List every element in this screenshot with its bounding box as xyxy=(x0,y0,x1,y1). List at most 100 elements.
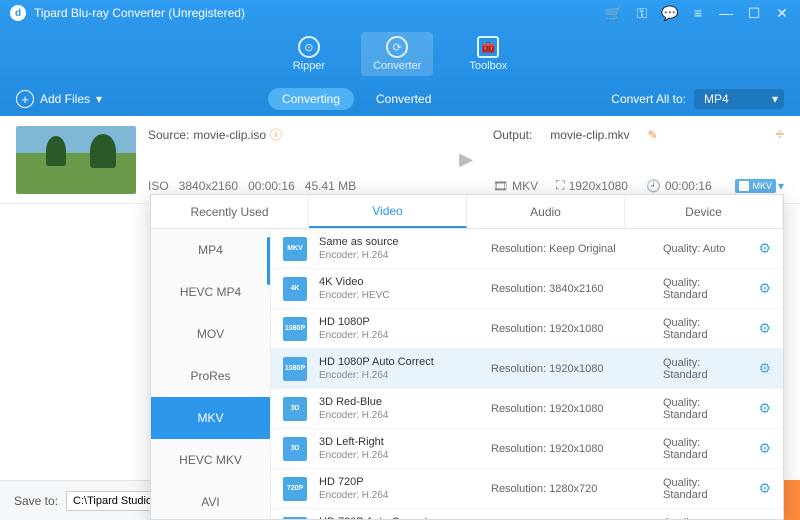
preset-icon: 720P xyxy=(283,517,307,520)
tab-audio[interactable]: Audio xyxy=(467,195,625,228)
key-icon[interactable]: ⚿ xyxy=(634,5,650,21)
preset-main: HD 1080PEncoder: H.264 xyxy=(319,315,479,342)
preset-resolution: Resolution: 1920x1080 xyxy=(491,403,651,415)
file-row[interactable]: Source: movie-clip.iso ⓘ ISO 3840x2160 0… xyxy=(0,116,800,204)
gear-icon[interactable]: ⚙ xyxy=(758,480,771,497)
source-dims: 3840x2160 xyxy=(179,179,238,193)
format-item-mp4[interactable]: MP4 xyxy=(151,229,270,271)
menu-icon[interactable]: ≡ xyxy=(690,5,706,21)
nav-ripper[interactable]: ⊙ Ripper xyxy=(281,32,337,76)
tab-device[interactable]: Device xyxy=(625,195,783,228)
preset-icon: 720P xyxy=(283,477,307,501)
output-value: movie-clip.mkv xyxy=(550,128,629,142)
app-logo-icon: d xyxy=(10,5,26,21)
format-item-mov[interactable]: MOV xyxy=(151,313,270,355)
preset-quality: Quality: Standard xyxy=(663,477,746,501)
split-icon[interactable]: ÷ xyxy=(775,126,784,144)
save-to-label: Save to: xyxy=(14,494,58,508)
preset-main: HD 1080P Auto CorrectEncoder: H.264 xyxy=(319,355,479,382)
minimize-icon[interactable]: — xyxy=(718,5,734,21)
format-item-hevcmkv[interactable]: HEVC MKV xyxy=(151,439,270,481)
tab-video[interactable]: Video xyxy=(309,195,467,228)
output-format: MKV xyxy=(512,179,538,193)
preset-quality: Quality: Auto xyxy=(663,243,746,255)
source-label: Source: xyxy=(148,128,189,142)
output-dur: 00:00:16 xyxy=(665,179,712,193)
preset-item[interactable]: 720P HD 720PEncoder: H.264 Resolution: 128… xyxy=(271,469,783,509)
preset-item[interactable]: MKVSame as sourceEncoder: H.264Resolutio… xyxy=(271,229,783,269)
navbar: ⊙ Ripper ⟳ Converter 🧰 Toolbox xyxy=(0,26,800,82)
edit-icon[interactable]: ✎ xyxy=(648,128,658,142)
clock-icon: 🕘 xyxy=(646,179,661,193)
format-item-hevcmp4[interactable]: HEVC MP4 xyxy=(151,271,270,313)
preset-icon: 4K xyxy=(283,277,307,301)
preset-main: HD 720PEncoder: H.264 xyxy=(319,475,479,502)
format-item-avi[interactable]: AVI xyxy=(151,481,270,519)
nav-converter-label: Converter xyxy=(373,60,421,72)
preset-list[interactable]: MKVSame as sourceEncoder: H.264Resolutio… xyxy=(271,229,783,519)
titlebar: d Tipard Blu-ray Converter (Unregistered… xyxy=(0,0,800,26)
preset-main: 3D Left-RightEncoder: H.264 xyxy=(319,435,479,462)
source-info: Source: movie-clip.iso ⓘ ISO 3840x2160 0… xyxy=(148,126,439,193)
format-list[interactable]: MP4HEVC MP4MOVProResMKVHEVC MKVAVI5K/8K … xyxy=(151,229,271,519)
content: Source: movie-clip.iso ⓘ ISO 3840x2160 0… xyxy=(0,116,800,520)
tab-converting[interactable]: Converting xyxy=(268,88,354,110)
gear-icon[interactable]: ⚙ xyxy=(758,440,771,457)
output-label: Output: xyxy=(493,128,532,142)
preset-resolution: Resolution: 1920x1080 xyxy=(491,323,651,335)
format-badge[interactable]: MKV xyxy=(735,179,776,193)
tab-recently-used[interactable]: Recently Used xyxy=(151,195,309,228)
gear-icon[interactable]: ⚙ xyxy=(758,400,771,417)
preset-resolution: Resolution: 3840x2160 xyxy=(491,283,651,295)
converter-icon: ⟳ xyxy=(386,36,408,58)
nav-toolbox-label: Toolbox xyxy=(469,60,507,72)
preset-item[interactable]: 720PHD 720P Auto CorrectEncoder: H.264Re… xyxy=(271,509,783,519)
convert-all-select[interactable]: MP4 xyxy=(694,89,784,109)
preset-icon: 1080P xyxy=(283,317,307,341)
nav-ripper-label: Ripper xyxy=(293,60,325,72)
preset-item[interactable]: 1080P HD 1080PEncoder: H.264 Resolution: 1… xyxy=(271,309,783,349)
info-icon[interactable]: ⓘ xyxy=(270,126,282,143)
preset-main: Same as sourceEncoder: H.264 xyxy=(319,235,479,262)
source-size: 45.41 MB xyxy=(305,179,356,193)
preset-item[interactable]: 1080PHD 1080P Auto CorrectEncoder: H.264… xyxy=(271,349,783,389)
gear-icon[interactable]: ⚙ xyxy=(758,280,771,297)
arrow-icon: ▶ xyxy=(459,149,473,170)
actionbar: + Add Files ▾ Converting Converted Conve… xyxy=(0,82,800,116)
preset-quality: Quality: Standard xyxy=(663,437,746,461)
close-icon[interactable]: ✕ xyxy=(774,5,790,21)
gear-icon[interactable]: ⚙ xyxy=(758,320,771,337)
preset-quality: Quality: Standard xyxy=(663,277,746,301)
format-item-prores[interactable]: ProRes xyxy=(151,355,270,397)
format-item-mkv[interactable]: MKV xyxy=(151,397,270,439)
preset-item[interactable]: 3D3D Red-BlueEncoder: H.264Resolution: 1… xyxy=(271,389,783,429)
preset-resolution: Resolution: 1280x720 xyxy=(491,483,651,495)
ripper-icon: ⊙ xyxy=(298,36,320,58)
preset-item[interactable]: 3D3D Left-RightEncoder: H.264Resolution:… xyxy=(271,429,783,469)
chevron-down-icon[interactable]: ▾ xyxy=(778,179,784,193)
output-dims: 1920x1080 xyxy=(569,179,628,193)
maximize-icon[interactable]: ☐ xyxy=(746,5,762,21)
dropdown-tabs: Recently Used Video Audio Device xyxy=(151,195,783,229)
feedback-icon[interactable]: 💬 xyxy=(662,5,678,21)
app-title: Tipard Blu-ray Converter (Unregistered) xyxy=(34,6,245,20)
preset-main: 3D Red-BlueEncoder: H.264 xyxy=(319,395,479,422)
thumbnail[interactable] xyxy=(16,126,136,194)
plus-icon: + xyxy=(16,90,34,108)
gear-icon[interactable]: ⚙ xyxy=(758,360,771,377)
expand-icon: ⛶ xyxy=(556,178,564,193)
add-files-button[interactable]: + Add Files ▾ xyxy=(16,90,102,108)
preset-quality: Quality: Standard xyxy=(663,317,746,341)
preset-quality: Quality: Standard xyxy=(663,517,746,520)
tab-converted[interactable]: Converted xyxy=(362,88,445,110)
add-files-label: Add Files xyxy=(40,92,90,106)
nav-converter[interactable]: ⟳ Converter xyxy=(361,32,433,76)
source-value: movie-clip.iso xyxy=(193,128,266,142)
convert-all-value: MP4 xyxy=(704,92,729,106)
cart-icon[interactable]: 🛒 xyxy=(606,5,622,21)
scrollbar[interactable] xyxy=(267,237,270,285)
iso-label: ISO xyxy=(148,179,169,193)
preset-item[interactable]: 4K4K VideoEncoder: HEVCResolution: 3840x… xyxy=(271,269,783,309)
nav-toolbox[interactable]: 🧰 Toolbox xyxy=(457,32,519,76)
gear-icon[interactable]: ⚙ xyxy=(758,240,771,257)
